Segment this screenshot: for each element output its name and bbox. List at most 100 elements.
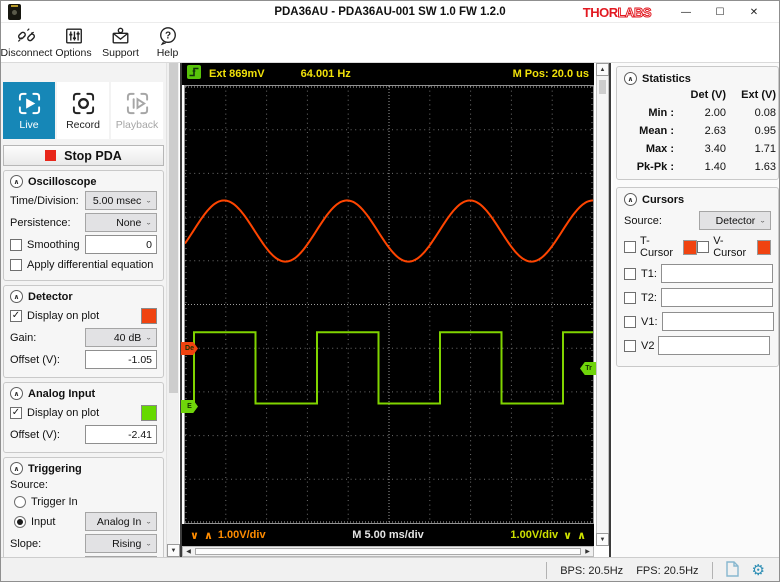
t-cursor-color-swatch[interactable]: [683, 240, 697, 255]
thorlabs-logo: THORLABS: [583, 5, 651, 20]
options-button[interactable]: Options: [50, 23, 97, 61]
v1-input[interactable]: [662, 312, 774, 331]
toolbar: Disconnect Options Support: [1, 23, 779, 63]
t1-label: T1:: [641, 268, 657, 280]
scope-plot: [185, 86, 593, 523]
cursor-source-label: Source:: [624, 215, 662, 227]
support-button[interactable]: Support: [97, 23, 144, 61]
cursor-source-select[interactable]: Detector⌄: [699, 211, 771, 230]
trigger-source-label: Source:: [10, 479, 48, 491]
analog-display-label: Display on plot: [27, 407, 99, 419]
input-radio[interactable]: [14, 516, 26, 528]
v1-checkbox[interactable]: [624, 316, 636, 328]
settings-gear-icon[interactable]: ⚙: [752, 563, 765, 578]
pkpk-det-value: 1.40: [676, 161, 726, 173]
v-cursor-checkbox[interactable]: [697, 241, 709, 253]
live-label: Live: [19, 119, 38, 131]
scroll-down-button[interactable]: ▼: [167, 544, 180, 557]
collapse-cursors-icon[interactable]: ∧: [624, 193, 637, 206]
collapse-statistics-icon[interactable]: ∧: [624, 72, 637, 85]
collapse-analog-input-icon[interactable]: ∧: [10, 387, 23, 400]
persistence-select[interactable]: None⌄: [85, 213, 157, 232]
vertical-scrollbar-thumb[interactable]: [599, 80, 606, 94]
analog-input-group: ∧ Analog Input ✓Display on plot Offset (…: [3, 382, 164, 453]
stop-pda-button[interactable]: Stop PDA: [3, 145, 164, 166]
live-mode-button[interactable]: Live: [3, 82, 55, 139]
smoothing-label: Smoothing: [27, 239, 80, 251]
input-source-select[interactable]: Analog In⌄: [85, 512, 157, 531]
triggering-title: Triggering: [28, 463, 82, 475]
live-icon: [17, 91, 42, 116]
divider: [712, 562, 713, 579]
log-file-icon[interactable]: [726, 561, 739, 580]
max-ext-value: 1.71: [726, 143, 776, 155]
t-cursor-checkbox[interactable]: [624, 241, 636, 253]
t1-checkbox[interactable]: [624, 268, 636, 280]
scope-horizontal-scrollbar[interactable]: ◀ ▶: [182, 546, 594, 557]
v2-checkbox[interactable]: [624, 340, 636, 352]
max-det-value: 3.40: [676, 143, 726, 155]
time-division-select[interactable]: 5.00 msec⌄: [85, 191, 157, 210]
detector-group: ∧ Detector ✓Display on plot Gain: 40 dB⌄…: [3, 285, 164, 378]
disconnect-button[interactable]: Disconnect: [3, 23, 50, 61]
slope-select[interactable]: Rising⌄: [85, 534, 157, 553]
scroll-left-button[interactable]: ◀: [183, 547, 194, 556]
playback-mode-button[interactable]: Playback: [111, 82, 163, 139]
left-panel-scrollbar[interactable]: ▼: [166, 63, 179, 557]
v2-input[interactable]: [658, 336, 770, 355]
smoothing-checkbox[interactable]: [10, 239, 22, 251]
chevron-down-icon: ⌄: [145, 540, 152, 547]
t1-input[interactable]: [661, 264, 773, 283]
slope-label: Slope:: [10, 538, 41, 550]
trigger-in-label: Trigger In: [31, 496, 78, 508]
scroll-right-button[interactable]: ▶: [582, 547, 593, 556]
gain-select[interactable]: 40 dB⌄: [85, 328, 157, 347]
maximize-button[interactable]: ☐: [703, 1, 737, 23]
pkpk-ext-value: 1.63: [726, 161, 776, 173]
detector-display-checkbox[interactable]: ✓: [10, 310, 22, 322]
status-bar: BPS: 20.5Hz FPS: 20.5Hz ⚙: [1, 557, 779, 582]
statistics-title: Statistics: [642, 73, 691, 85]
left-scrollbar-thumb[interactable]: [169, 63, 178, 393]
collapse-oscilloscope-icon[interactable]: ∧: [10, 175, 23, 188]
oscilloscope-display[interactable]: De E Tr: [184, 85, 594, 524]
options-label: Options: [55, 47, 91, 59]
help-label: Help: [157, 47, 179, 59]
det-column-header: Det (V): [676, 89, 726, 101]
v-cursor-label: V-Cursor: [713, 235, 753, 259]
v-cursor-color-swatch[interactable]: [757, 240, 771, 255]
scope-vertical-scrollbar[interactable]: ▲ ▼: [596, 63, 609, 546]
record-mode-button[interactable]: Record: [57, 82, 109, 139]
max-label: Max :: [624, 143, 676, 155]
scroll-up-button[interactable]: ▲: [596, 63, 609, 76]
smoothing-input[interactable]: [85, 235, 157, 254]
horizontal-position-readout: M Pos: 20.0 us: [513, 68, 589, 80]
min-ext-value: 0.08: [726, 107, 776, 119]
ext-column-header: Ext (V): [726, 89, 776, 101]
t-cursor-label: T-Cursor: [640, 235, 679, 259]
close-button[interactable]: ✕: [737, 1, 771, 23]
t2-checkbox[interactable]: [624, 292, 636, 304]
differential-equation-checkbox[interactable]: [10, 259, 22, 271]
oscilloscope-title: Oscilloscope: [28, 176, 96, 188]
collapse-detector-icon[interactable]: ∧: [10, 290, 23, 303]
statistics-group: ∧ Statistics Det (V) Ext (V) Min : 2.00 …: [616, 66, 779, 180]
v2-label: V2: [641, 340, 654, 352]
analog-color-swatch[interactable]: [141, 405, 157, 421]
disconnect-label: Disconnect: [1, 47, 53, 59]
detector-color-swatch[interactable]: [141, 308, 157, 324]
chevron-down-icon: ⌄: [145, 219, 152, 226]
scroll-down-button[interactable]: ▼: [596, 533, 609, 546]
detector-offset-input[interactable]: [85, 350, 157, 369]
time-division-label: Time/Division:: [10, 195, 79, 207]
help-button[interactable]: ? Help: [144, 23, 191, 61]
trigger-in-radio[interactable]: [14, 496, 26, 508]
t2-input[interactable]: [661, 288, 773, 307]
analog-offset-input[interactable]: [85, 425, 157, 444]
horizontal-scrollbar-thumb[interactable]: [195, 548, 581, 555]
minimize-button[interactable]: —: [669, 1, 703, 23]
collapse-triggering-icon[interactable]: ∧: [10, 462, 23, 475]
divider: [546, 562, 547, 579]
analog-input-title: Analog Input: [28, 388, 95, 400]
analog-display-checkbox[interactable]: ✓: [10, 407, 22, 419]
